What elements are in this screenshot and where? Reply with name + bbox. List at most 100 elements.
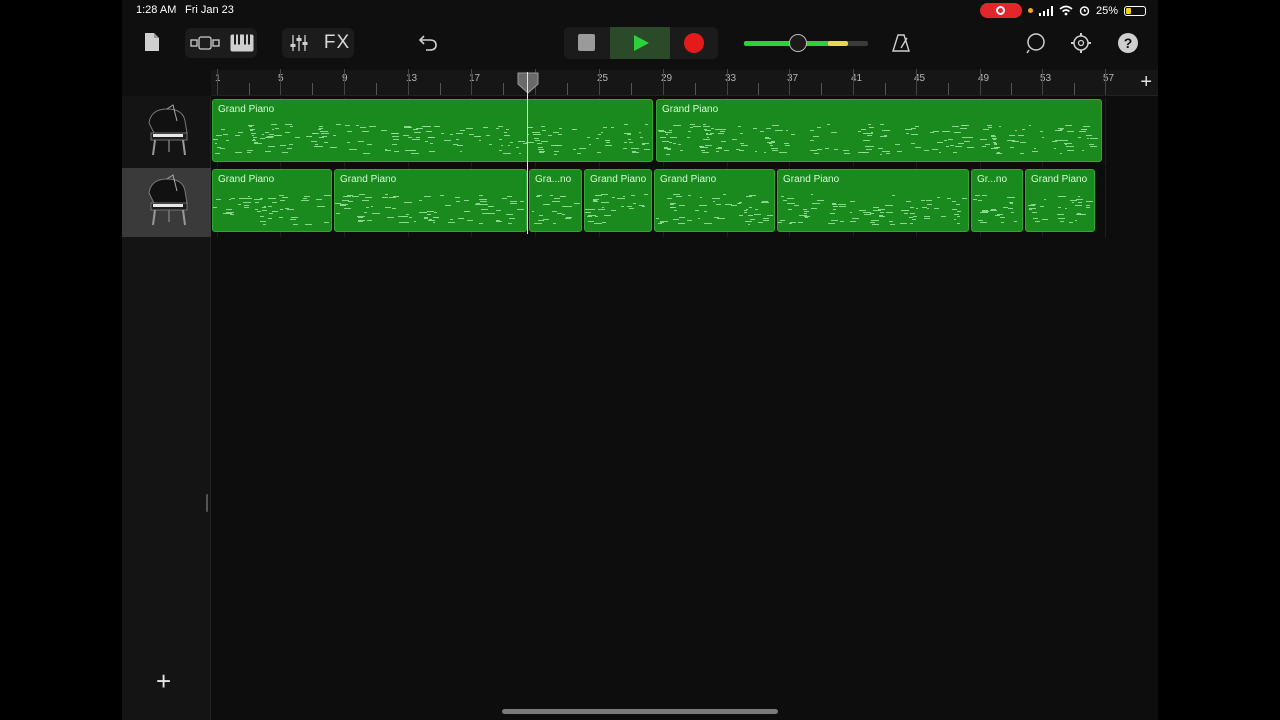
- record-button[interactable]: [670, 27, 718, 59]
- lane-grid-line: [1105, 168, 1106, 237]
- midi-note: [831, 219, 839, 221]
- region-name: Grand Piano: [590, 174, 647, 185]
- midi-note: [932, 131, 940, 133]
- loop-browser-button[interactable]: [1024, 31, 1048, 55]
- midi-note: [391, 133, 399, 135]
- track-lane[interactable]: Grand Piano Grand Piano Gra...no Grand Pian…: [211, 168, 1158, 237]
- midi-note: [356, 124, 359, 126]
- midi-region[interactable]: Grand Piano: [212, 169, 332, 232]
- midi-region[interactable]: Grand Piano: [212, 99, 653, 162]
- timeline-ruler[interactable]: 15913172252933374145495357 +: [211, 69, 1158, 96]
- midi-note: [330, 146, 338, 148]
- midi-region[interactable]: Grand Piano: [1025, 169, 1095, 232]
- undo-button[interactable]: [415, 31, 441, 55]
- ruler-bar-line: [853, 69, 854, 95]
- midi-note: [247, 195, 250, 197]
- midi-note: [508, 145, 511, 147]
- track-header[interactable]: [122, 98, 211, 167]
- midi-note: [403, 215, 408, 217]
- my-songs-button[interactable]: [142, 30, 162, 54]
- midi-note: [843, 150, 849, 152]
- midi-note: [213, 138, 218, 140]
- ruler-beat-tick: [312, 83, 313, 95]
- playhead[interactable]: [527, 72, 528, 234]
- midi-note: [719, 131, 725, 133]
- midi-note: [722, 194, 726, 196]
- fx-button[interactable]: FX: [320, 31, 354, 55]
- metronome-button[interactable]: [888, 31, 914, 55]
- midi-note: [324, 194, 331, 196]
- midi-region[interactable]: Grand Piano: [654, 169, 775, 232]
- midi-note: [536, 143, 542, 145]
- midi-note: [537, 149, 545, 151]
- midi-note: [915, 146, 922, 148]
- stop-button[interactable]: [564, 27, 610, 59]
- midi-note: [587, 215, 592, 217]
- midi-note: [285, 208, 290, 210]
- midi-note: [294, 136, 301, 138]
- help-button[interactable]: ?: [1116, 31, 1140, 55]
- midi-region[interactable]: Grand Piano: [656, 99, 1102, 162]
- midi-note: [254, 143, 263, 145]
- midi-note: [1042, 218, 1048, 220]
- midi-note: [225, 140, 230, 142]
- midi-region[interactable]: Grand Piano: [584, 169, 652, 232]
- midi-note: [610, 126, 615, 128]
- midi-note: [553, 151, 560, 153]
- midi-region[interactable]: Gr...no: [971, 169, 1023, 232]
- garageband-screen: 1:28 AM Fri Jan 23 25% FX ? 13 17 25 29 …: [122, 0, 1158, 720]
- midi-region[interactable]: Gra...no: [529, 169, 582, 232]
- settings-button[interactable]: [1069, 31, 1093, 55]
- midi-note: [874, 223, 880, 225]
- midi-note: [585, 211, 591, 213]
- midi-note: [880, 124, 885, 126]
- ruler-beat-tick: [821, 83, 822, 95]
- midi-note: [250, 130, 254, 132]
- track-header[interactable]: [122, 168, 211, 237]
- midi-note: [632, 151, 640, 153]
- midi-note: [758, 221, 764, 223]
- midi-note: [643, 149, 651, 151]
- midi-note: [1078, 131, 1087, 133]
- midi-note: [754, 213, 761, 215]
- add-track-button[interactable]: +: [156, 668, 171, 694]
- toolbar: FX ?: [122, 22, 1158, 64]
- midi-note: [957, 210, 961, 212]
- mixer-button[interactable]: [285, 31, 313, 55]
- midi-note: [621, 206, 624, 208]
- midi-note: [748, 214, 754, 216]
- region-name: Grand Piano: [783, 174, 840, 185]
- screen-recording-icon[interactable]: [979, 3, 1022, 18]
- track-lane[interactable]: Grand Piano Grand Piano: [211, 98, 1158, 167]
- header-resize-handle[interactable]: [206, 494, 208, 512]
- midi-region[interactable]: Grand Piano: [777, 169, 969, 232]
- midi-note: [666, 153, 671, 155]
- midi-note: [924, 218, 931, 220]
- keyboard-button[interactable]: [228, 31, 256, 55]
- wifi-icon: [1059, 5, 1073, 16]
- volume-knob[interactable]: [789, 34, 807, 52]
- midi-note: [285, 124, 293, 126]
- midi-note: [703, 125, 711, 127]
- midi-region[interactable]: Grand Piano: [334, 169, 527, 232]
- add-section-button[interactable]: +: [1140, 72, 1152, 92]
- midi-note: [318, 125, 323, 127]
- home-indicator[interactable]: [502, 709, 778, 714]
- midi-note: [495, 220, 503, 222]
- play-button[interactable]: [610, 27, 670, 59]
- tracks-view-button[interactable]: [188, 32, 222, 54]
- midi-note: [739, 214, 744, 216]
- midi-note: [788, 222, 792, 224]
- midi-note: [588, 220, 595, 222]
- midi-note: [247, 151, 251, 153]
- midi-note: [288, 144, 293, 146]
- midi-note: [360, 127, 367, 129]
- midi-note: [656, 217, 660, 219]
- midi-note: [292, 223, 298, 225]
- midi-note: [578, 148, 586, 150]
- midi-note: [351, 196, 359, 198]
- playhead-handle[interactable]: [516, 72, 540, 94]
- tracks-area[interactable]: Grand Piano Grand Piano Grand Piano Grand P…: [211, 96, 1158, 720]
- midi-note: [501, 145, 504, 147]
- midi-note: [1058, 206, 1062, 208]
